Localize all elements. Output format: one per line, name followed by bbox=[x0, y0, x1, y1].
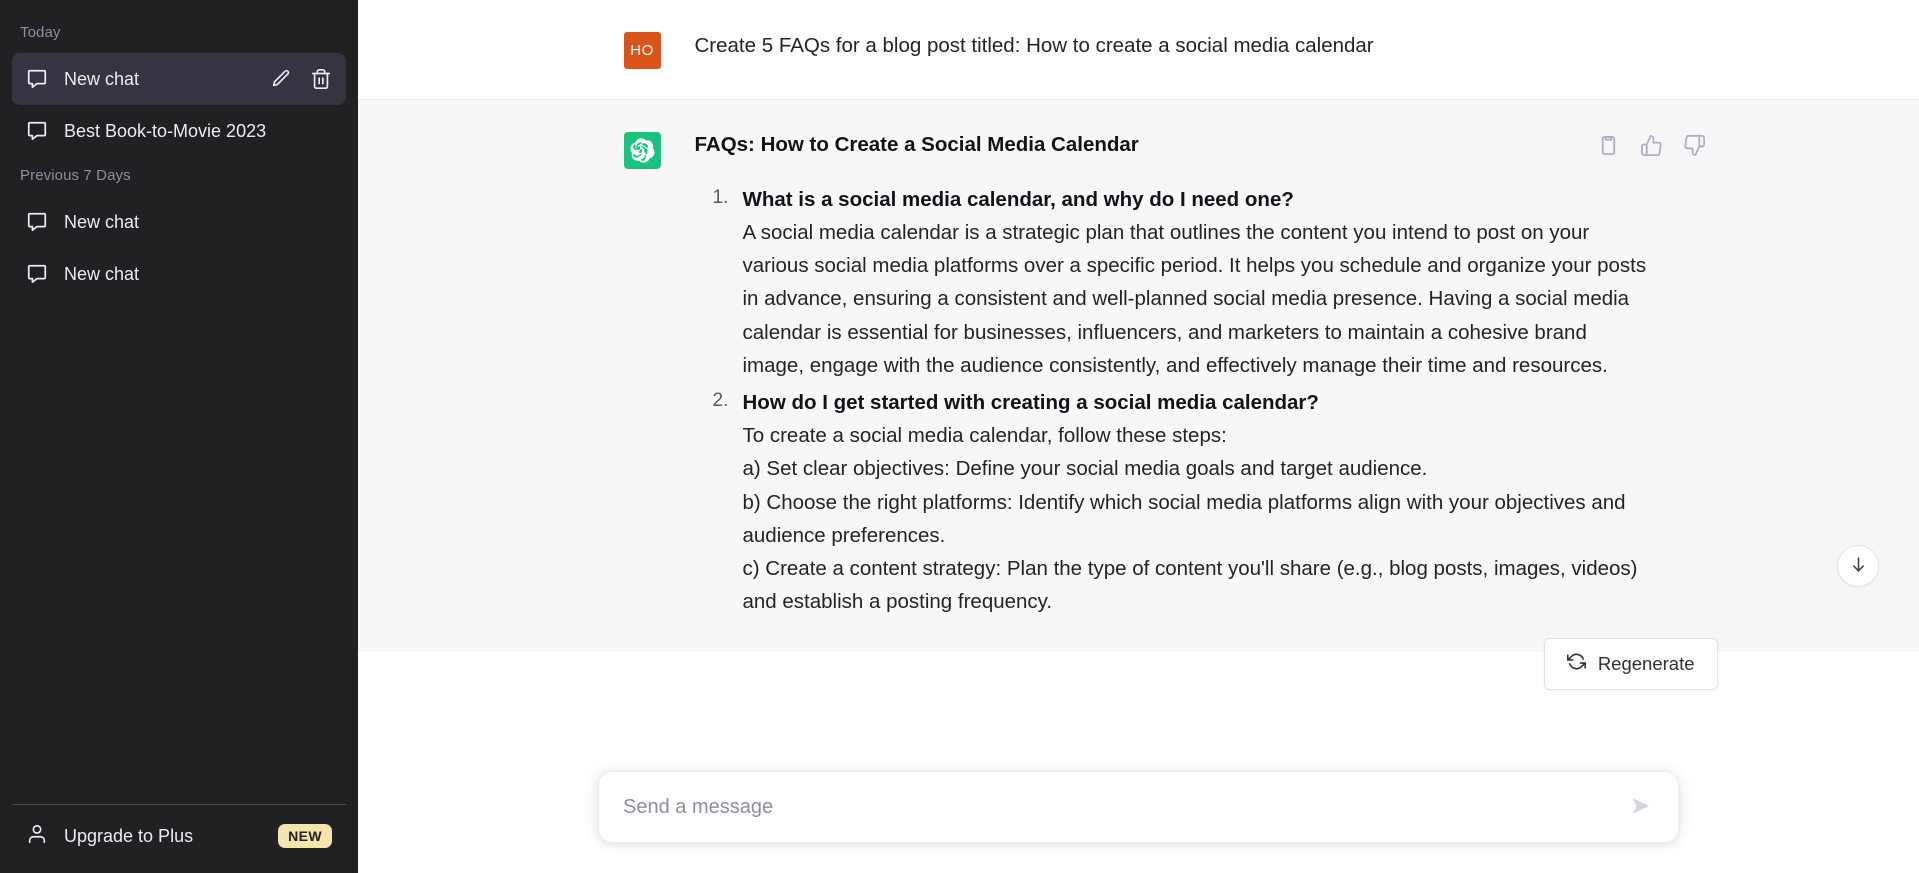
sidebar: Today New chat Best Book-to-Movie 2023 P… bbox=[0, 0, 358, 873]
refresh-icon bbox=[1566, 652, 1586, 676]
faq-list: What is a social media calendar, and why… bbox=[695, 183, 1654, 619]
scroll-to-bottom-button[interactable] bbox=[1837, 545, 1879, 587]
faq-question: What is a social media calendar, and why… bbox=[742, 187, 1294, 211]
sidebar-group-label-previous-7-days: Previous 7 Days bbox=[20, 167, 131, 184]
send-button[interactable] bbox=[1630, 795, 1652, 820]
chat-bubble-icon bbox=[26, 68, 48, 90]
assistant-response-title: FAQs: How to Create a Social Media Calen… bbox=[694, 133, 1139, 156]
sidebar-chat-list[interactable]: Today New chat Best Book-to-Movie 2023 P… bbox=[12, 0, 346, 804]
faq-item-1: What is a social media calendar, and why… bbox=[695, 183, 1654, 382]
edit-chat-icon[interactable] bbox=[270, 68, 292, 90]
sidebar-item-actions bbox=[270, 68, 332, 90]
upgrade-to-plus-label: Upgrade to Plus bbox=[64, 825, 194, 846]
sidebar-item-label: New chat bbox=[64, 70, 140, 88]
message-input[interactable] bbox=[623, 795, 1630, 819]
regenerate-button[interactable]: Regenerate bbox=[1543, 638, 1718, 690]
main-content: HO Create 5 FAQs for a blog post titled:… bbox=[358, 0, 1919, 873]
sidebar-item-best-book-to-movie[interactable]: Best Book-to-Movie 2023 bbox=[12, 105, 346, 157]
avatar: HO bbox=[623, 32, 661, 69]
composer-area bbox=[358, 763, 1919, 873]
arrow-down-icon bbox=[1849, 555, 1868, 577]
faq-question: How do I get started with creating a soc… bbox=[742, 390, 1319, 414]
sidebar-group-label-today: Today bbox=[20, 24, 61, 41]
sidebar-footer: Upgrade to Plus NEW bbox=[12, 804, 346, 873]
sidebar-item-label: New chat bbox=[64, 213, 140, 231]
faq-item-2: How do I get started with creating a soc… bbox=[695, 386, 1654, 618]
assistant-message: FAQs: How to Create a Social Media Calen… bbox=[358, 99, 1919, 653]
faq-answer-paragraph: a) Set clear objectives: Define your soc… bbox=[742, 457, 1428, 481]
chat-bubble-icon bbox=[26, 120, 48, 142]
faq-answer-paragraph: c) Create a content strategy: Plan the t… bbox=[742, 556, 1638, 614]
faq-answer-paragraph: b) Choose the right platforms: Identify … bbox=[742, 490, 1626, 547]
user-message: HO Create 5 FAQs for a blog post titled:… bbox=[358, 0, 1919, 99]
new-badge: NEW bbox=[278, 824, 332, 848]
person-icon bbox=[26, 823, 48, 850]
sidebar-item-label: Best Book-to-Movie 2023 bbox=[64, 122, 267, 140]
chat-bubble-icon bbox=[26, 263, 48, 285]
send-arrow-icon bbox=[1630, 795, 1652, 820]
sidebar-item-label: New chat bbox=[64, 265, 140, 283]
copy-icon[interactable] bbox=[1597, 134, 1620, 157]
chat-bubble-icon bbox=[26, 211, 48, 233]
sidebar-item-new-chat-prev-2[interactable]: New chat bbox=[12, 248, 346, 300]
sidebar-item-new-chat-today[interactable]: New chat bbox=[12, 53, 346, 105]
conversation-thread[interactable]: HO Create 5 FAQs for a blog post titled:… bbox=[358, 0, 1919, 873]
thumbs-up-icon[interactable] bbox=[1640, 134, 1663, 157]
user-message-text: Create 5 FAQs for a blog post titled: Ho… bbox=[694, 34, 1374, 57]
sidebar-item-new-chat-prev-1[interactable]: New chat bbox=[12, 196, 346, 248]
upgrade-to-plus-button[interactable]: Upgrade to Plus NEW bbox=[12, 805, 346, 867]
regenerate-label: Regenerate bbox=[1597, 653, 1695, 674]
faq-answer-paragraph: To create a social media calendar, follo… bbox=[742, 424, 1227, 448]
message-actions bbox=[1597, 134, 1706, 157]
thumbs-down-icon[interactable] bbox=[1683, 134, 1706, 157]
chatgpt-app: Today New chat Best Book-to-Movie 2023 P… bbox=[0, 0, 1919, 873]
composer[interactable] bbox=[598, 771, 1679, 843]
chatgpt-logo-icon bbox=[623, 132, 661, 169]
delete-chat-icon[interactable] bbox=[310, 68, 332, 90]
faq-answer-paragraph: A social media calendar is a strategic p… bbox=[742, 220, 1647, 377]
